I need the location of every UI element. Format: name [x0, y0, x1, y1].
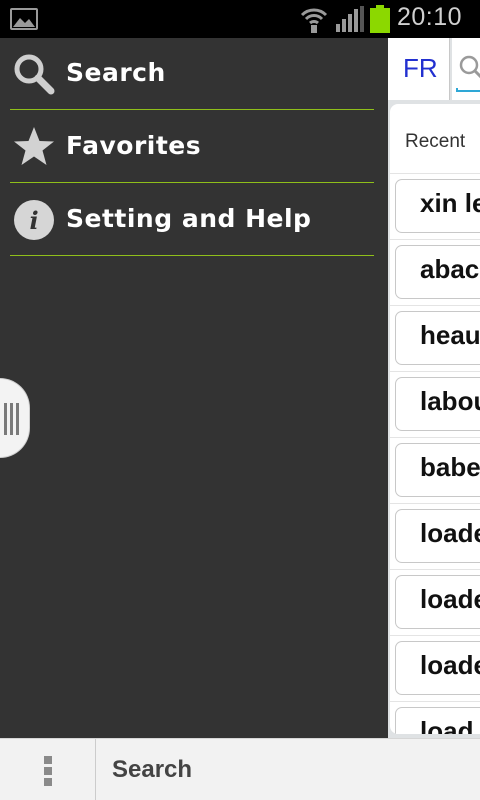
drawer-item-settings[interactable]: i Setting and Help	[10, 184, 374, 256]
language-tab[interactable]: FR	[388, 38, 450, 100]
list-item[interactable]: labou	[390, 371, 480, 437]
language-label: FR	[403, 53, 438, 83]
navigation-drawer: Search Favorites i Setting and Help	[0, 38, 388, 738]
drawer-item-label: Favorites	[66, 131, 202, 160]
list-item-word: labou	[420, 386, 480, 416]
grip-line-icon	[10, 403, 13, 435]
star-icon	[14, 127, 54, 165]
bottom-action-bar: Search	[0, 738, 480, 800]
svg-text:i: i	[29, 206, 38, 235]
overflow-menu-icon	[44, 778, 52, 786]
list-item-word: babe	[420, 452, 480, 482]
info-icon: i	[14, 200, 54, 240]
grip-line-icon	[4, 403, 7, 435]
drawer-item-label: Setting and Help	[66, 204, 312, 233]
overflow-menu-icon	[44, 756, 52, 764]
search-icon	[14, 54, 55, 95]
list-item-word: abac	[420, 254, 480, 284]
overflow-menu-icon	[44, 767, 52, 775]
drawer-item-favorites[interactable]: Favorites	[10, 111, 374, 183]
search-icon	[459, 55, 480, 79]
main-panel: FR Recent xin le abac heau labou babe	[388, 38, 480, 738]
status-bar: 20:10	[0, 0, 480, 38]
battery-icon	[370, 5, 390, 33]
wifi-icon	[300, 8, 328, 33]
bottom-bar-title: Search	[112, 756, 193, 783]
list-item-word: load	[420, 716, 474, 734]
list-item[interactable]: loade	[390, 569, 480, 635]
list-item[interactable]: heau	[390, 305, 480, 371]
list-item-word: loade	[420, 650, 480, 680]
list-item[interactable]: loade	[390, 503, 480, 569]
list-item[interactable]: loade	[390, 635, 480, 701]
list-item[interactable]: abac	[390, 239, 480, 305]
drawer-item-search[interactable]: Search	[10, 38, 374, 110]
drawer-item-label: Search	[66, 58, 166, 87]
list-item-word: loade	[420, 518, 480, 548]
grip-line-icon	[16, 403, 19, 435]
overflow-menu-button[interactable]	[0, 739, 96, 800]
status-clock: 20:10	[397, 3, 463, 31]
list-item[interactable]: babe	[390, 437, 480, 503]
recent-card: Recent xin le abac heau labou babe loade…	[390, 104, 480, 734]
list-item-word: xin le	[420, 188, 480, 218]
list-item[interactable]: xin le	[390, 173, 480, 239]
list-item-word: heau	[420, 320, 480, 350]
gallery-icon	[10, 8, 38, 30]
list-item-word: loade	[420, 584, 480, 614]
search-input[interactable]	[452, 38, 480, 100]
recent-heading: Recent	[405, 131, 466, 152]
signal-icon	[336, 6, 364, 32]
list-item[interactable]: load	[390, 701, 480, 734]
